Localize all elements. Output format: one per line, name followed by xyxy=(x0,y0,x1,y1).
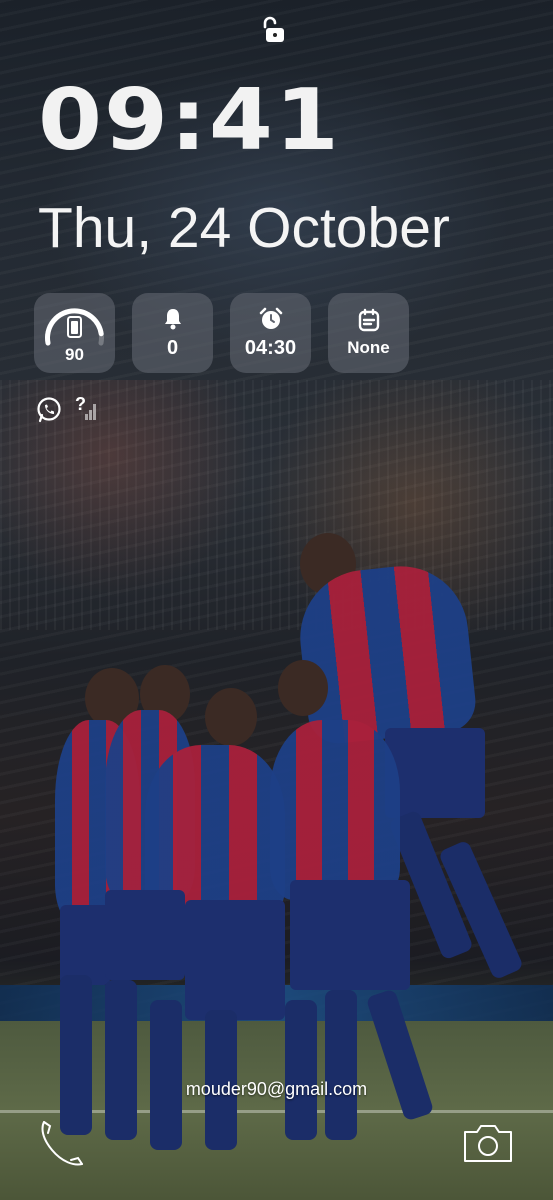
battery-gauge-icon xyxy=(45,308,104,346)
notification-icons: ? xyxy=(35,394,99,424)
unlocked-lock-icon[interactable] xyxy=(260,16,286,44)
alarm-time: 04:30 xyxy=(244,336,297,359)
phone-shortcut-button[interactable] xyxy=(38,1118,86,1168)
calendar-icon xyxy=(358,308,379,332)
phone-icon xyxy=(41,1121,83,1166)
alarm-clock-icon xyxy=(259,307,282,329)
lockscreen-widgets: 90 0 04:30 None xyxy=(34,293,409,373)
no-signal-icon: ? xyxy=(75,394,99,422)
owner-email: mouder90@gmail.com xyxy=(185,1079,368,1099)
date-label: Thu, 24 October xyxy=(38,196,450,260)
battery-value: 90 xyxy=(65,345,84,364)
camera-shortcut-button[interactable] xyxy=(462,1122,514,1164)
calendar-event: None xyxy=(347,338,390,357)
battery-widget[interactable]: 90 xyxy=(34,293,115,373)
camera-icon xyxy=(464,1125,512,1162)
signal-bars-icon xyxy=(85,404,96,420)
clock-time: 09:41 xyxy=(38,70,341,170)
bell-icon xyxy=(164,308,181,329)
alarm-widget[interactable]: 04:30 xyxy=(230,293,311,373)
notifications-widget[interactable]: 0 xyxy=(132,293,213,373)
notifications-count: 0 xyxy=(166,336,179,359)
calendar-widget[interactable]: None xyxy=(328,293,409,373)
whatsapp-icon xyxy=(37,397,61,423)
